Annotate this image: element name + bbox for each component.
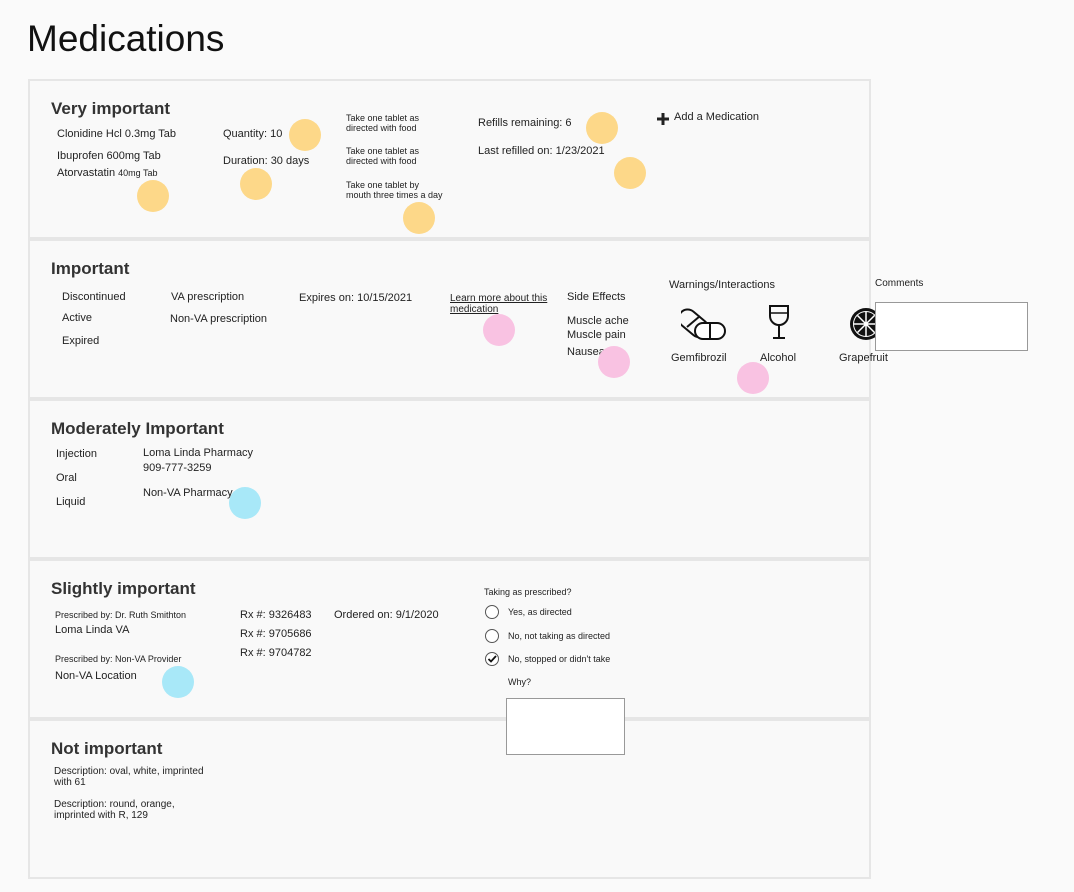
form-item: Injection [56, 448, 97, 460]
status-item: Discontinued [62, 291, 126, 303]
status-item: Active [62, 312, 92, 324]
warning-item: Grapefruit [839, 352, 888, 364]
warnings-label: Warnings/Interactions [669, 279, 775, 291]
highlight-marker [737, 362, 769, 394]
slightly-important-card: Slightly important Prescribed by: Dr. Ru… [28, 559, 871, 719]
important-card: Important Discontinued Active Expired VA… [28, 239, 888, 399]
pharmacy-name: Loma Linda Pharmacy [143, 447, 254, 459]
med-name: Ibuprofen 600mg Tab [57, 150, 161, 162]
form-item: Liquid [56, 496, 86, 508]
highlight-marker [403, 202, 435, 234]
instruction-text: Take one tablet as directed with food [346, 146, 420, 166]
section-title: Very important [51, 99, 171, 118]
plus-icon [657, 112, 669, 125]
not-important-card: Not important Description: oval, white, … [28, 719, 871, 879]
pill-description: Description: round, orange, imprinted wi… [54, 799, 175, 821]
radio-label: No, not taking as directed [508, 631, 611, 641]
highlight-marker [229, 487, 261, 519]
ordered-on: Ordered on: 9/1/2020 [334, 609, 439, 621]
wine-glass-icon [767, 304, 791, 345]
learn-more-link[interactable]: Learn more about this medication [450, 293, 550, 315]
rx-number: Rx #: 9326483 [240, 609, 312, 621]
very-important-card: Very important Clonidine Hcl 0.3mg Tab I… [28, 79, 871, 239]
radio-yes[interactable] [485, 605, 499, 619]
section-title: Important [51, 259, 130, 278]
page-title: Medications [27, 18, 225, 59]
med-name: Atorvastatin 40mg Tab [57, 167, 158, 179]
warning-item: Gemfibrozil [671, 352, 727, 364]
radio-stopped[interactable] [485, 652, 499, 666]
highlight-marker [289, 119, 321, 151]
prescriber-location: Non-VA Location [55, 670, 137, 682]
highlight-marker [240, 168, 272, 200]
highlight-marker [137, 180, 169, 212]
refills-text: Refills remaining: 6 [478, 117, 572, 129]
comments-field[interactable] [875, 302, 1028, 351]
add-medication-label: Add a Medication [674, 111, 759, 123]
highlight-marker [598, 346, 630, 378]
duration-text: Duration: 30 days [223, 155, 310, 167]
pill-icon [677, 303, 727, 346]
moderately-important-card: Moderately Important Injection Oral Liqu… [28, 399, 871, 559]
side-effects-label: Side Effects [567, 291, 626, 303]
highlight-marker [483, 314, 515, 346]
rx-number: Rx #: 9705686 [240, 628, 312, 640]
radio-label: Yes, as directed [508, 607, 572, 617]
section-title: Not important [51, 739, 163, 758]
quantity-text: Quantity: 10 [223, 128, 283, 140]
prescription-type: Non-VA prescription [170, 313, 268, 325]
pharmacy-phone: 909-777-3259 [143, 462, 212, 474]
instruction-text: Take one tablet as directed with food [346, 113, 420, 133]
highlight-marker [162, 666, 194, 698]
prescribed-by: Prescribed by: Non-VA Provider [55, 654, 182, 664]
radio-not-as-directed[interactable] [485, 629, 499, 643]
highlight-marker [586, 112, 618, 144]
last-refilled-text: Last refilled on: 1/23/2021 [478, 145, 605, 157]
prescription-type: VA prescription [171, 291, 245, 303]
non-va-pharmacy: Non-VA Pharmacy [143, 487, 233, 499]
status-item: Expired [62, 335, 100, 347]
radio-label: No, stopped or didn't take [508, 654, 611, 664]
side-effect-item: Muscle pain [567, 329, 626, 341]
instruction-text: Take one tablet by mouth three times a d… [346, 180, 443, 200]
side-effect-item: Muscle ache [567, 315, 629, 327]
taking-question: Taking as prescribed? [484, 587, 572, 597]
form-item: Oral [56, 472, 77, 484]
check-icon [487, 655, 497, 663]
warning-item: Alcohol [760, 352, 797, 364]
med-name: Clonidine Hcl 0.3mg Tab [57, 128, 177, 140]
expires-text: Expires on: 10/15/2021 [299, 292, 413, 304]
prescribed-by: Prescribed by: Dr. Ruth Smithton [55, 610, 187, 620]
highlight-marker [614, 157, 646, 189]
rx-number: Rx #: 9704782 [240, 647, 312, 659]
why-label: Why? [508, 677, 532, 687]
comments-label: Comments [875, 278, 924, 289]
med-dose: 40mg Tab [118, 168, 158, 178]
prescriber-location: Loma Linda VA [55, 624, 130, 636]
why-field[interactable] [506, 698, 625, 755]
section-title: Moderately Important [51, 419, 224, 438]
pill-description: Description: oval, white, imprinted with… [54, 766, 204, 788]
section-title: Slightly important [51, 579, 196, 598]
